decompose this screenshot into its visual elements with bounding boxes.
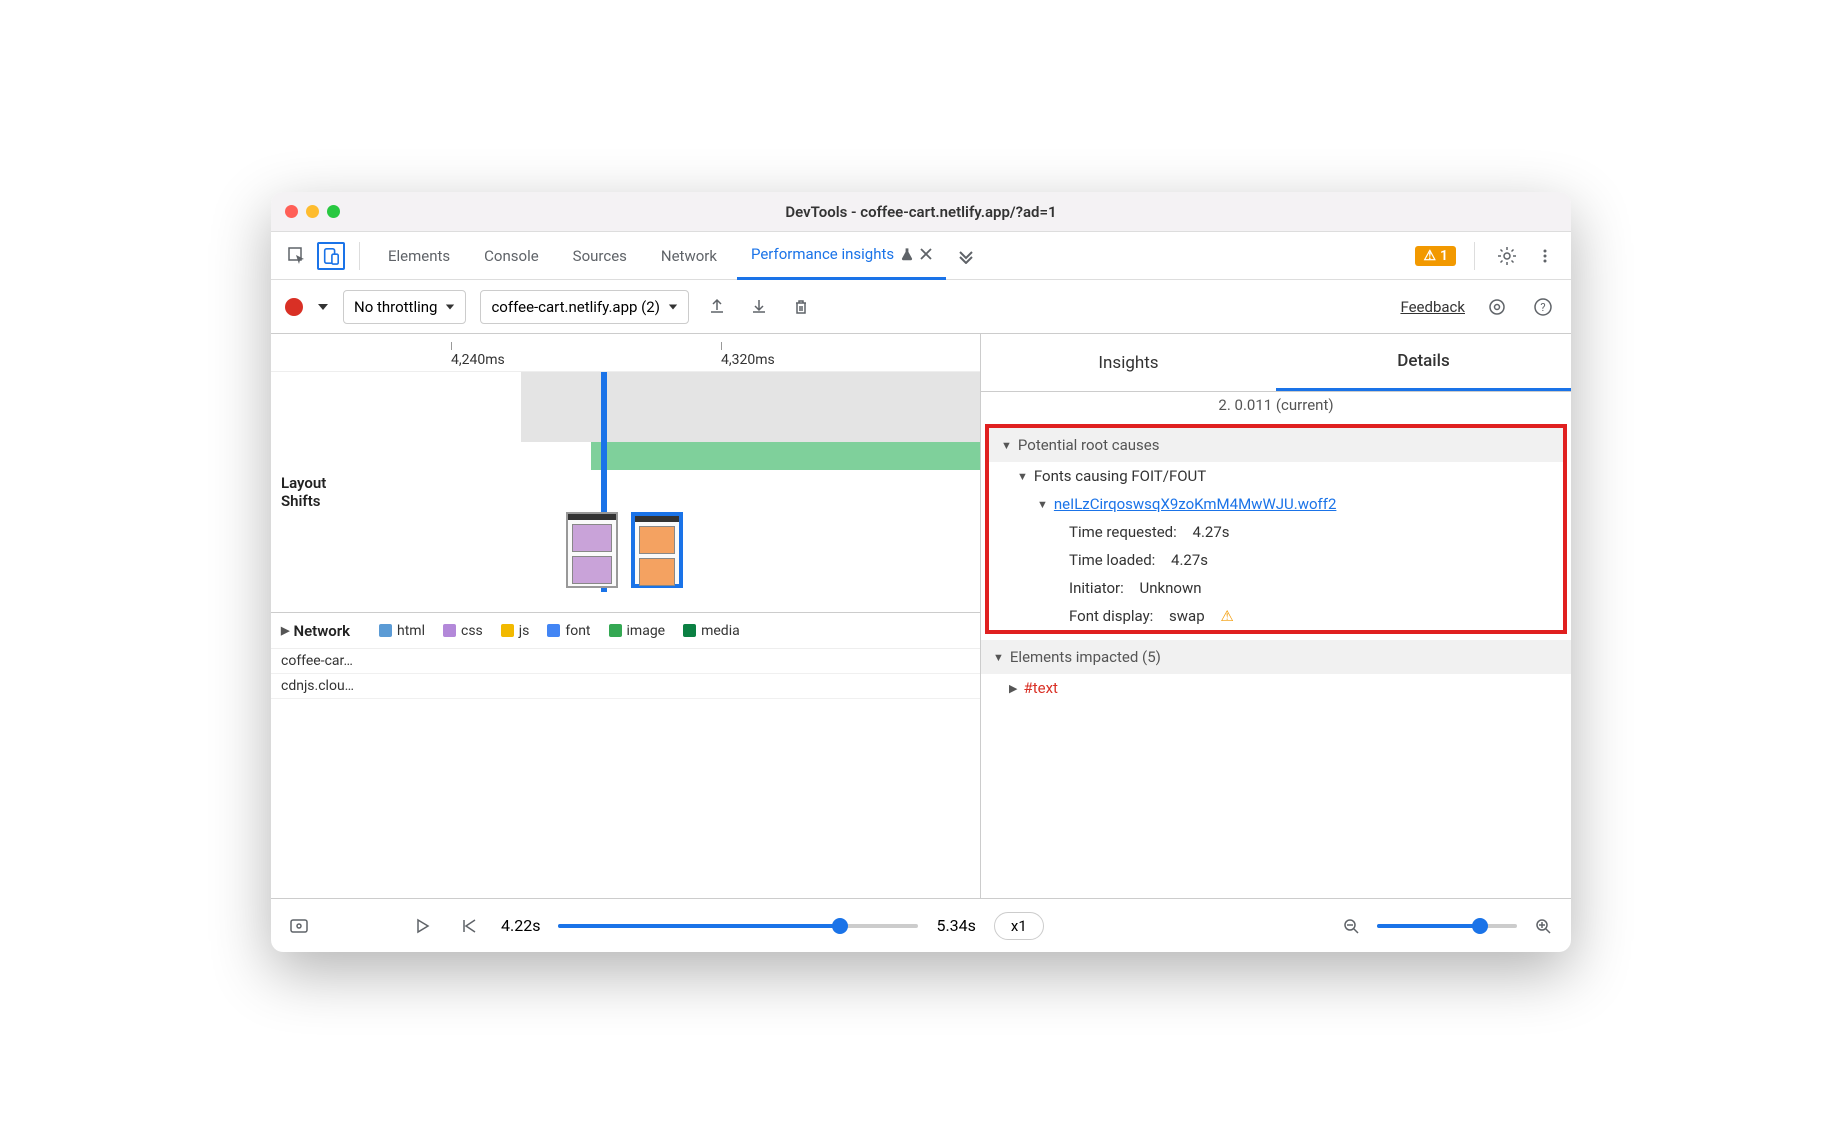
maximize-window-button[interactable] <box>327 205 340 218</box>
main-content: 4,240ms 4,320ms Layout Shifts <box>271 334 1571 898</box>
fonts-foit-fout-row[interactable]: ▼ Fonts causing FOIT/FOUT <box>989 462 1563 490</box>
playback-speed-button[interactable]: x1 <box>994 912 1044 940</box>
preview-toggle-icon[interactable] <box>285 912 313 940</box>
svg-text:?: ? <box>1540 301 1545 314</box>
network-section-label[interactable]: ▶ Network <box>271 622 379 640</box>
delete-icon[interactable] <box>787 293 815 321</box>
warning-icon: ⚠ <box>1423 248 1436 264</box>
tab-label: Performance insights <box>751 245 894 263</box>
elements-impacted-header[interactable]: ▼ Elements impacted (5) <box>981 640 1571 674</box>
network-request-item[interactable]: cdnjs.clou… <box>271 674 980 699</box>
tab-elements[interactable]: Elements <box>374 232 464 280</box>
legend-css: css <box>443 623 483 639</box>
window-title: DevTools - coffee-cart.netlify.app/?ad=1 <box>785 203 1056 221</box>
close-tab-icon[interactable] <box>920 248 932 260</box>
playback-end-time: 5.34s <box>936 916 975 935</box>
tab-insights[interactable]: Insights <box>981 334 1276 391</box>
time-tick: 4,320ms <box>721 342 775 368</box>
panel-settings-icon[interactable] <box>1483 293 1511 321</box>
throttling-value: No throttling <box>354 298 437 316</box>
network-request-item[interactable]: coffee-car… <box>271 649 980 674</box>
network-legend-row: ▶ Network html css js font image media <box>271 613 980 649</box>
initiator-row: Initiator: Unknown <box>989 574 1563 602</box>
tab-label: Console <box>484 247 539 265</box>
font-display-row: Font display: swap ⚠ <box>989 602 1563 630</box>
playback-start-time: 4.22s <box>501 916 540 935</box>
record-dropdown-icon[interactable] <box>317 301 329 313</box>
highlighted-section: ▼ Potential root causes ▼ Fonts causing … <box>985 424 1567 634</box>
time-tick: 4,240ms <box>451 342 505 368</box>
layout-shifts-label: Layout Shifts <box>271 372 371 612</box>
root-causes-header[interactable]: ▼ Potential root causes <box>989 428 1563 462</box>
details-body: 2. 0.011 (current) ▼ Potential root caus… <box>981 392 1571 898</box>
kebab-menu-icon[interactable] <box>1531 242 1559 270</box>
window-titlebar: DevTools - coffee-cart.netlify.app/?ad=1 <box>271 192 1571 232</box>
tab-performance-insights[interactable]: Performance insights <box>737 232 946 280</box>
time-requested-row: Time requested: 4.27s <box>989 518 1563 546</box>
tab-console[interactable]: Console <box>470 232 553 280</box>
legend-font: font <box>547 623 590 639</box>
inspect-icon[interactable] <box>283 242 311 270</box>
throttling-dropdown[interactable]: No throttling <box>343 290 466 324</box>
impacted-element-row[interactable]: ▶ #text <box>981 674 1571 702</box>
import-icon[interactable] <box>745 293 773 321</box>
tab-sources[interactable]: Sources <box>559 232 641 280</box>
tab-label: Elements <box>388 247 450 265</box>
session-value: coffee-cart.netlify.app (2) <box>491 298 659 316</box>
feedback-link[interactable]: Feedback <box>1400 298 1465 316</box>
zoom-in-icon[interactable] <box>1529 912 1557 940</box>
playback-footer: 4.22s 5.34s x1 <box>271 898 1571 952</box>
network-legend: html css js font image media <box>379 623 980 639</box>
legend-js: js <box>501 623 530 639</box>
layout-shifts-track[interactable] <box>371 372 980 612</box>
export-icon[interactable] <box>703 293 731 321</box>
close-window-button[interactable] <box>285 205 298 218</box>
previous-item-text: 2. 0.011 (current) <box>981 392 1571 418</box>
legend-html: html <box>379 623 425 639</box>
tabbar-separator <box>1474 242 1475 270</box>
timeline-panel: 4,240ms 4,320ms Layout Shifts <box>271 334 981 898</box>
details-panel: Insights Details 2. 0.011 (current) ▼ Po… <box>981 334 1571 898</box>
zoom-out-icon[interactable] <box>1337 912 1365 940</box>
settings-gear-icon[interactable] <box>1493 242 1521 270</box>
legend-image: image <box>609 623 666 639</box>
time-loaded-row: Time loaded: 4.27s <box>989 546 1563 574</box>
tab-network[interactable]: Network <box>647 232 731 280</box>
tabbar-separator <box>359 242 360 270</box>
legend-media: media <box>683 623 740 639</box>
rewind-icon[interactable] <box>455 912 483 940</box>
devtools-window: DevTools - coffee-cart.netlify.app/?ad=1… <box>271 192 1571 952</box>
traffic-lights <box>285 205 340 218</box>
help-icon[interactable]: ? <box>1529 293 1557 321</box>
playback-slider[interactable] <box>558 924 918 928</box>
time-ruler[interactable]: 4,240ms 4,320ms <box>271 334 980 372</box>
flask-icon <box>900 247 914 261</box>
screenshot-thumbnail-selected[interactable] <box>631 512 683 588</box>
devtools-tabbar: Elements Console Sources Network Perform… <box>271 232 1571 280</box>
timeline-green-bar <box>591 442 980 470</box>
play-icon[interactable] <box>409 912 437 940</box>
more-tabs-icon[interactable] <box>952 242 980 270</box>
details-tabs: Insights Details <box>981 334 1571 392</box>
record-button[interactable] <box>285 298 303 316</box>
tab-label: Sources <box>573 247 627 265</box>
timeline-region <box>521 372 980 442</box>
performance-toolbar: No throttling coffee-cart.netlify.app (2… <box>271 280 1571 334</box>
session-dropdown[interactable]: coffee-cart.netlify.app (2) <box>480 290 688 324</box>
layout-shifts-row: Layout Shifts <box>271 372 980 613</box>
tab-details[interactable]: Details <box>1276 334 1571 391</box>
warning-count: 1 <box>1440 248 1448 264</box>
warning-icon: ⚠ <box>1220 607 1233 625</box>
screenshot-thumbnail[interactable] <box>566 512 618 588</box>
device-toggle-icon[interactable] <box>317 242 345 270</box>
warning-badge[interactable]: ⚠ 1 <box>1415 246 1456 266</box>
minimize-window-button[interactable] <box>306 205 319 218</box>
font-file-row[interactable]: ▼ neILzCirqoswsqX9zoKmM4MwWJU.woff2 <box>989 490 1563 518</box>
zoom-slider[interactable] <box>1377 924 1517 928</box>
font-file-link[interactable]: neILzCirqoswsqX9zoKmM4MwWJU.woff2 <box>1054 495 1337 513</box>
tab-label: Network <box>661 247 717 265</box>
